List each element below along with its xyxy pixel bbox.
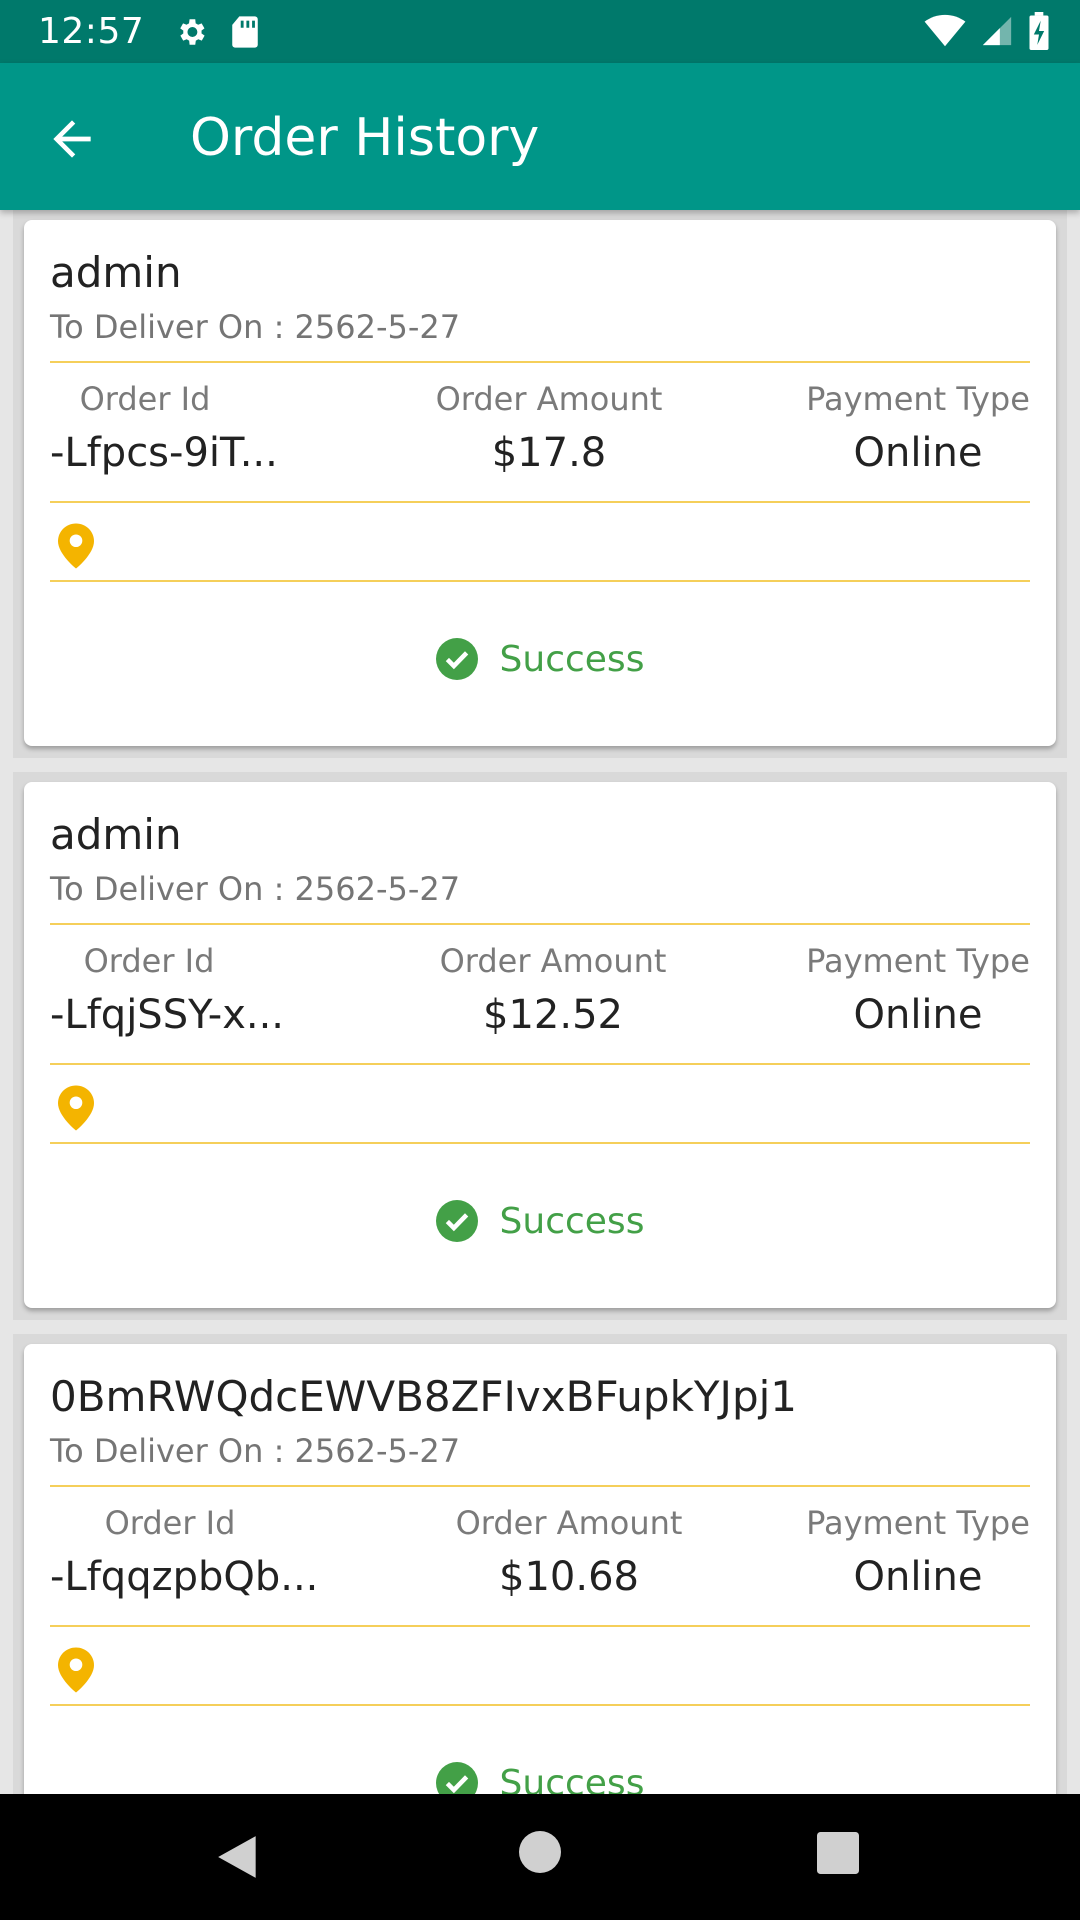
order-amount-label: Order Amount: [455, 1504, 683, 1542]
location-pin-icon[interactable]: [58, 1647, 94, 1693]
order-id-column: Order Id -Lfpcs-9iT...: [50, 380, 278, 476]
order-card[interactable]: admin To Deliver On : 2562-5-27 Order Id…: [24, 782, 1056, 1308]
payment-type-column: Payment Type Online: [798, 380, 1038, 476]
page-title: Order History: [190, 108, 540, 168]
divider: [50, 1704, 1030, 1706]
divider: [50, 1063, 1030, 1065]
back-triangle-icon[interactable]: [214, 1832, 264, 1882]
order-status: Success: [24, 1200, 1056, 1242]
check-circle-icon: [435, 638, 478, 680]
divider: [50, 1142, 1030, 1144]
order-status: Success: [24, 1762, 1056, 1794]
divider: [50, 501, 1030, 503]
divider: [50, 361, 1030, 363]
divider: [50, 580, 1030, 582]
order-card[interactable]: admin To Deliver On : 2562-5-27 Order Id…: [24, 220, 1056, 746]
navigation-bar: [0, 1794, 1080, 1920]
status-time: 12:57: [38, 11, 145, 52]
home-circle-icon[interactable]: [519, 1831, 561, 1873]
deliver-date: To Deliver On : 2562-5-27: [50, 308, 461, 346]
app-bar: Order History: [0, 63, 1080, 210]
order-amount-column: Order Amount $17.8: [404, 380, 694, 476]
status-text: Success: [499, 1200, 645, 1242]
payment-type-label: Payment Type: [806, 380, 1030, 418]
status-text: Success: [499, 1762, 645, 1795]
order-id-label: Order Id: [83, 942, 215, 980]
status-text: Success: [499, 638, 645, 680]
divider: [50, 1485, 1030, 1487]
divider: [50, 1625, 1030, 1627]
deliver-date: To Deliver On : 2562-5-27: [50, 1432, 461, 1470]
order-card-container: admin To Deliver On : 2562-5-27 Order Id…: [13, 772, 1067, 1320]
payment-type-column: Payment Type Online: [798, 1504, 1038, 1600]
sd-card-icon: [232, 15, 258, 48]
order-id-label: Order Id: [79, 380, 211, 418]
location-pin-icon[interactable]: [58, 523, 94, 569]
signal-icon: [982, 16, 1012, 46]
order-card-container: 0BmRWQdcEWVB8ZFIvxBFupkYJpj1 To Deliver …: [13, 1334, 1067, 1794]
payment-type-column: Payment Type Online: [798, 942, 1038, 1038]
order-id-value: -Lfpcs-9iT...: [50, 430, 278, 476]
order-amount-label: Order Amount: [435, 380, 663, 418]
order-amount-value: $17.8: [491, 430, 607, 476]
payment-type-value: Online: [853, 992, 983, 1038]
order-list[interactable]: admin To Deliver On : 2562-5-27 Order Id…: [0, 210, 1080, 1794]
order-amount-value: $12.52: [483, 992, 623, 1038]
payment-type-label: Payment Type: [806, 942, 1030, 980]
wifi-icon: [924, 14, 966, 47]
order-amount-value: $10.68: [499, 1554, 639, 1600]
divider: [50, 923, 1030, 925]
order-status: Success: [24, 638, 1056, 680]
payment-type-label: Payment Type: [806, 1504, 1030, 1542]
order-id-column: Order Id -LfqqzpbQb...: [50, 1504, 319, 1600]
customer-name: admin: [50, 248, 182, 297]
customer-name: admin: [50, 810, 182, 859]
order-card-container: admin To Deliver On : 2562-5-27 Order Id…: [13, 210, 1067, 758]
order-id-label: Order Id: [104, 1504, 236, 1542]
order-amount-label: Order Amount: [439, 942, 667, 980]
deliver-date: To Deliver On : 2562-5-27: [50, 870, 461, 908]
recents-square-icon[interactable]: [817, 1832, 859, 1874]
status-bar: 12:57: [0, 0, 1080, 63]
battery-charging-icon: [1029, 12, 1049, 50]
arrow-back-icon[interactable]: [44, 111, 100, 167]
check-circle-icon: [435, 1762, 478, 1794]
order-amount-column: Order Amount $12.52: [408, 942, 698, 1038]
order-amount-column: Order Amount $10.68: [424, 1504, 714, 1600]
order-id-column: Order Id -LfqjSSY-x...: [50, 942, 285, 1038]
location-pin-icon[interactable]: [58, 1085, 94, 1131]
payment-type-value: Online: [853, 430, 983, 476]
order-card[interactable]: 0BmRWQdcEWVB8ZFIvxBFupkYJpj1 To Deliver …: [24, 1344, 1056, 1794]
gear-icon: [180, 18, 205, 45]
order-id-value: -LfqjSSY-x...: [50, 992, 285, 1038]
payment-type-value: Online: [853, 1554, 983, 1600]
order-id-value: -LfqqzpbQb...: [50, 1554, 319, 1600]
customer-name: 0BmRWQdcEWVB8ZFIvxBFupkYJpj1: [50, 1372, 797, 1421]
check-circle-icon: [435, 1200, 478, 1242]
